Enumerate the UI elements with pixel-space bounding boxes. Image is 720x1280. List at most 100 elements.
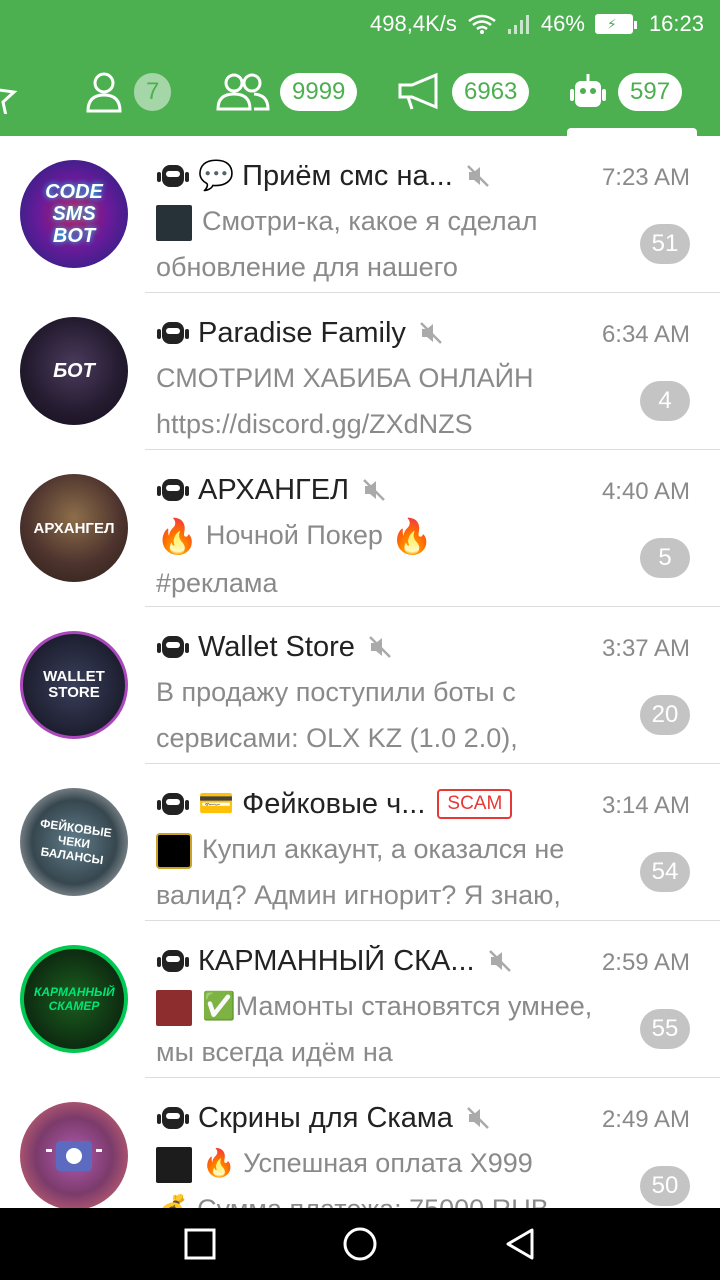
chat-time: 7:23 AM [601,164,690,191]
muted-icon [466,165,489,187]
chat-preview: Купил аккаунт, а оказался не валид? Адми… [156,826,596,918]
megaphone-icon [398,72,438,110]
user-icon [86,72,122,113]
avatar: WALLET STORE [20,631,128,739]
preview-thumbnail [156,1146,192,1183]
avatar-label: БОТ [53,359,95,382]
chat-row[interactable]: WALLET STORE Wallet Store 3:37 AM В прод… [0,607,720,764]
chat-title: АРХАНГЕЛ [198,473,350,506]
battery-percent: 46% [540,11,585,36]
chat-time: 4:40 AM [601,478,690,505]
bot-icon [157,1107,189,1129]
preview-thumbnail [156,204,192,241]
screen: 498,4K/s 46% ⚡ 16:23 7 9999 6963 597 COD… [0,0,720,1280]
chat-row[interactable]: CODE SMS BOT 💬 Приём смс на... 7:23 AM С… [0,136,720,293]
signal-icon [507,13,531,35]
unread-count-badge: 50 [640,1166,690,1206]
tab-groups[interactable]: 9999 [216,48,358,136]
chat-preview-line-2: 💰 Сумма платежа: 75000 RUB [156,1186,596,1208]
chat-preview-line-2: #реклама [156,567,278,598]
chat-preview-text: В продажу поступили боты с сервисами: OL… [156,677,518,753]
chat-preview-line-1: СМОТРИМ ХАБИБА ОНЛАЙН [156,363,534,393]
clock: 16:23 [648,11,704,36]
chat-title: Wallet Store [198,630,355,663]
chat-preview-text: Ночной Покер [205,520,383,550]
avatar-label: АРХАНГЕЛ [33,519,115,537]
chat-row[interactable]: АРХАНГЕЛ АРХАНГЕЛ 4:40 AM 🔥 Ночной Покер… [0,450,720,607]
avatar-label: CODE SMS BOT [45,181,103,247]
avatar: БОТ [20,317,128,425]
unread-count-badge: 20 [640,695,690,735]
avatar-label: КАРМАННЫЙ СКАМЕР [34,985,115,1013]
fire-icon: 🔥 [390,517,433,556]
bot-icon [157,322,189,344]
scam-badge: SCAM [437,789,513,819]
chat-preview: СМОТРИМ ХАБИБА ОНЛАЙН https://discord.gg… [156,355,596,447]
chat-time: 3:14 AM [601,792,690,819]
bot-icon [157,950,189,972]
avatar: КАРМАННЫЙ СКАМЕР [20,945,128,1053]
chat-time: 2:59 AM [601,949,690,976]
avatar: CODE SMS BOT [20,160,128,268]
tab-bots-badge: 597 [618,73,683,111]
fire-icon: 🔥 [156,517,199,556]
unread-count-badge: 5 [640,538,690,578]
avatar-label: WALLET STORE [43,668,105,701]
chat-preview-line-2: https://discord.gg/ZXdNZS [156,409,473,439]
chat-preview-text: Смотри-ка, какое я сделал обновление для… [156,206,538,282]
camera-icon [46,1141,102,1171]
bot-icon [157,636,189,658]
muted-icon [420,322,442,344]
muted-icon [368,636,391,658]
wifi-icon [467,13,497,35]
chat-preview-text: Купил аккаунт, а оказался не валид? Адми… [156,834,565,910]
tab-channels-badge: 6963 [452,73,530,111]
back-button[interactable] [502,1226,538,1262]
tab-bots[interactable]: 597 [568,48,683,136]
recent-apps-button[interactable] [182,1226,218,1262]
tab-users[interactable]: 7 [84,48,172,136]
chat-row[interactable]: ФЕЙКОВЫЕ ЧЕКИ БАЛАНСЫ 💳 Фейковые ч... SC… [0,764,720,921]
chat-preview: В продажу поступили боты с сервисами: OL… [156,669,596,761]
unread-count-badge: 55 [640,1009,690,1049]
home-button[interactable] [342,1226,378,1262]
status-bar: 498,4K/s 46% ⚡ 16:23 [0,0,720,48]
network-speed: 498,4K/s [370,11,457,36]
chat-time: 2:49 AM [601,1106,690,1133]
chat-title: Скрины для Скама [198,1101,453,1134]
group-icon [216,73,270,111]
chat-row[interactable]: Скрины для Скама 2:49 AM 🔥 Успешная опла… [0,1078,720,1208]
preview-thumbnail [156,832,192,869]
chat-title-line: Wallet Store [156,627,590,667]
chat-row[interactable]: КАРМАННЫЙ СКАМЕР КАРМАННЫЙ СКА... 2:59 A… [0,921,720,1078]
chat-title-line: 💳 Фейковые ч... SCAM [156,784,590,824]
chat-preview-text: ✅Мамонты становятся умнее, мы всегда идё… [156,991,593,1067]
chat-row[interactable]: БОТ Paradise Family 6:34 AM СМОТРИМ ХАБИ… [0,293,720,450]
muted-icon [363,479,385,501]
bot-icon [157,165,189,187]
bot-icon [570,74,606,107]
active-tab-indicator [567,128,697,136]
star-icon [0,88,18,114]
avatar-label: ФЕЙКОВЫЕ ЧЕКИ БАЛАНСЫ [39,816,113,868]
battery-icon: ⚡ [594,14,639,34]
chat-title: 💳 Фейковые ч... [198,788,426,820]
chat-preview: ✅Мамонты становятся умнее, мы всегда идё… [156,983,596,1075]
tab-channels[interactable]: 6963 [396,48,530,136]
bot-icon [157,479,189,501]
chat-time: 6:34 AM [601,321,690,348]
avatar [20,1102,128,1208]
tab-users-badge: 7 [134,73,172,111]
unread-count-badge: 4 [640,381,690,421]
chat-title: 💬 Приём смс на... [198,160,453,192]
chat-list[interactable]: CODE SMS BOT 💬 Приём смс на... 7:23 AM С… [0,136,720,1208]
avatar: АРХАНГЕЛ [20,474,128,582]
tab-favorites[interactable] [0,48,30,136]
chat-title-line: АРХАНГЕЛ [156,470,590,510]
bot-icon [157,793,189,815]
muted-icon [488,950,511,972]
chat-preview: Смотри-ка, какое я сделал обновление для… [156,198,596,290]
chat-preview: 🔥 Успешная оплата X999 💰 Сумма платежа: … [156,1140,596,1208]
avatar: ФЕЙКОВЫЕ ЧЕКИ БАЛАНСЫ [20,788,128,896]
chat-title-line: 💬 Приём смс на... [156,156,590,196]
